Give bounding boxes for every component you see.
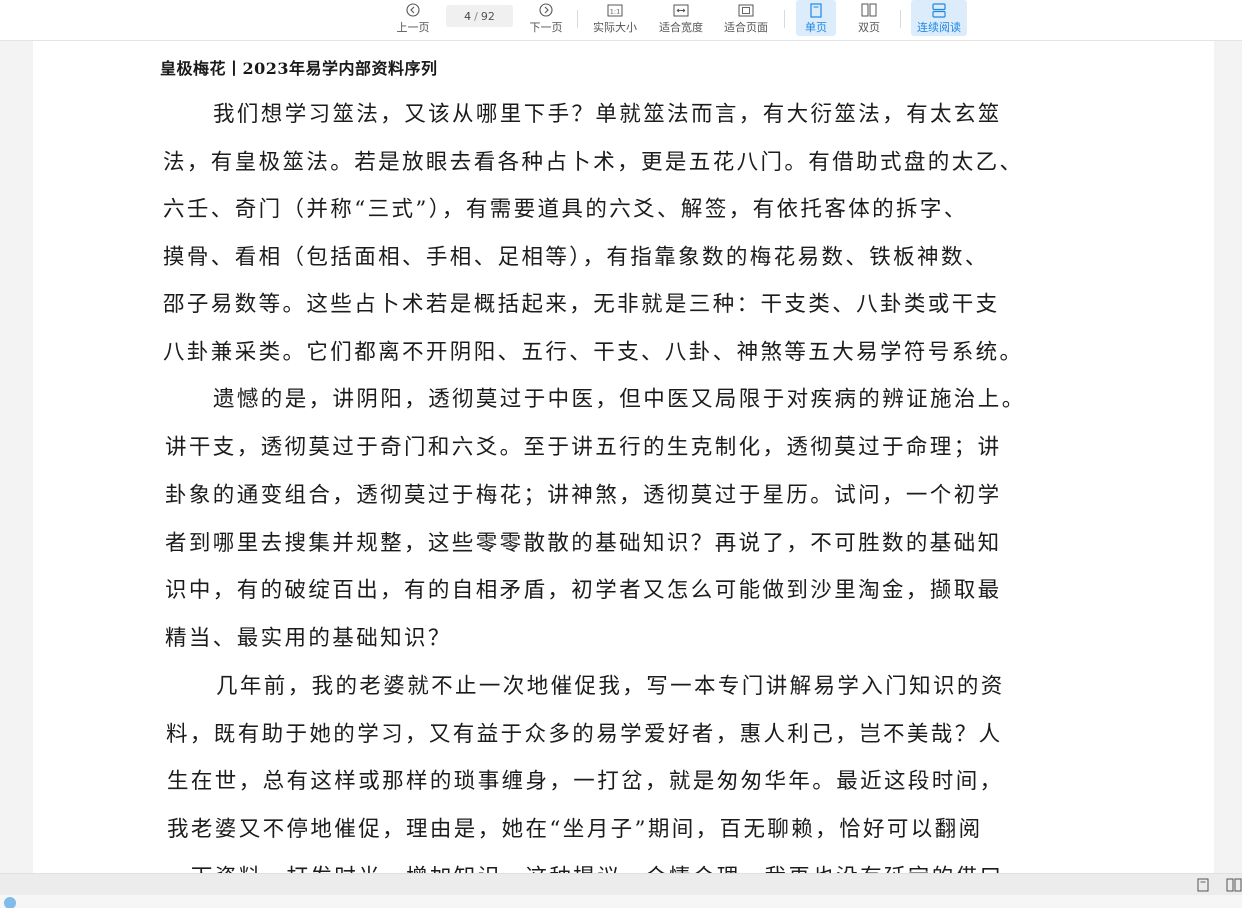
fit-width-label: 适合宽度 (659, 21, 703, 34)
continuous-reading-label: 连续阅读 (917, 21, 961, 34)
text-line: 识中，有的破绽百出，有的自相矛盾，初学者又怎么可能做到沙里淘金，撷取最 (165, 578, 1002, 603)
single-page-view-icon[interactable] (1195, 877, 1211, 893)
fit-page-label: 适合页面 (724, 21, 768, 34)
text-line: 料，既有助于她的学习，又有益于众多的易学爱好者，惠人利己，岂不美哉？人 (166, 722, 1003, 747)
actual-size-button[interactable]: 1:1 实际大小 (591, 0, 639, 36)
actual-size-label: 实际大小 (593, 21, 637, 34)
fit-page-icon (737, 2, 755, 18)
text-line: 八卦兼采类。它们都离不开阴阳、五行、干支、八卦、神煞等五大易学符号系统。 (163, 340, 1024, 365)
text-line: 摸骨、看相（包括面相、手相、足相等），有指靠象数的梅花易数、铁板神数、 (163, 245, 989, 270)
text-line: 我老婆又不停地催促，理由是，她在“坐月子”期间，百无聊赖，恰好可以翻阅 (167, 817, 983, 842)
double-page-button[interactable]: 双页 (850, 0, 888, 36)
text-line: 讲干支，透彻莫过于奇门和六爻。至于讲五行的生克制化，透彻莫过于命理；讲 (165, 435, 1002, 460)
double-page-label: 双页 (858, 21, 880, 34)
text-line: 几年前，我的老婆就不止一次地催促我，写一本专门讲解易学入门知识的资 (216, 674, 1005, 699)
single-page-icon (807, 2, 825, 18)
fit-page-button[interactable]: 适合页面 (721, 0, 771, 36)
text-line: 法，有皇极筮法。若是放眼去看各种占卜术，更是五花八门。有借助式盘的太乙、 (163, 150, 1024, 175)
prev-page-label: 上一页 (396, 21, 430, 34)
text-line: 卦象的通变组合，透彻莫过于梅花；讲神煞，透彻莫过于星历。试问，一个初学 (165, 483, 1002, 508)
text-line: 我们想学习筮法，又该从哪里下手？单就筮法而言，有大衍筮法，有太玄筮 (213, 102, 1002, 127)
reader-toolbar: 上一页 4 / 92 下一页 1:1 实际大小 适合宽度 适合页面 单页 双页 … (0, 0, 1242, 41)
text-line: 者到哪里去搜集并规整，这些零零散散的基础知识？再说了，不可胜数的基础知 (165, 531, 1002, 556)
text-line: 精当、最实用的基础知识？ (165, 626, 452, 651)
actual-size-icon: 1:1 (606, 2, 624, 18)
next-page-button[interactable]: 下一页 (526, 0, 566, 36)
toolbar-divider (784, 10, 785, 28)
text-line: 邵子易数等。这些占卜术若是概括起来，无非就是三种：干支类、八卦类或干支 (163, 292, 1000, 317)
text-line: 一下资料，打发时光，增加知识。这种提议，合情合理，我再也没有延宕的借口 (167, 860, 1004, 873)
page-separator: / (474, 9, 478, 23)
circle-arrow-right-icon (537, 2, 555, 18)
double-page-view-icon[interactable] (1226, 877, 1242, 893)
svg-text:1:1: 1:1 (610, 7, 620, 15)
text-line: 遗憾的是，讲阴阳，透彻莫过于中医，但中医又局限于对疾病的辨证施治上。 (213, 387, 1026, 412)
bottom-view-bar (0, 873, 1242, 895)
circle-arrow-left-icon (404, 2, 422, 18)
document-page: 皇极梅花丨2023年易学内部资料序列 我们想学习筮法，又该从哪里下手？单就筮法而… (33, 41, 1214, 873)
continuous-scroll-icon (930, 2, 948, 18)
text-line: 生在世，总有这样或那样的琐事缠身，一打岔，就是匆匆华年。最近这段时间， (167, 769, 1004, 794)
fit-width-icon (672, 2, 690, 18)
status-indicator-icon (4, 897, 16, 908)
toolbar-divider (577, 10, 578, 28)
prev-page-button[interactable]: 上一页 (393, 0, 433, 36)
single-page-button[interactable]: 单页 (796, 0, 836, 36)
current-page-input[interactable]: 4 (464, 10, 471, 23)
status-strip (0, 895, 1242, 908)
total-pages: 92 (480, 9, 495, 23)
double-page-icon (860, 2, 878, 18)
next-page-label: 下一页 (529, 21, 563, 34)
page-indicator[interactable]: 4 / 92 (446, 5, 513, 27)
toolbar-divider (900, 10, 901, 28)
continuous-reading-button[interactable]: 连续阅读 (911, 0, 967, 36)
text-line: 六壬、奇门（并称“三式”），有需要道具的六爻、解签，有依托客体的拆字、 (163, 197, 968, 222)
running-header: 皇极梅花丨2023年易学内部资料序列 (160, 59, 438, 78)
fit-width-button[interactable]: 适合宽度 (656, 0, 706, 36)
single-page-label: 单页 (805, 21, 827, 34)
